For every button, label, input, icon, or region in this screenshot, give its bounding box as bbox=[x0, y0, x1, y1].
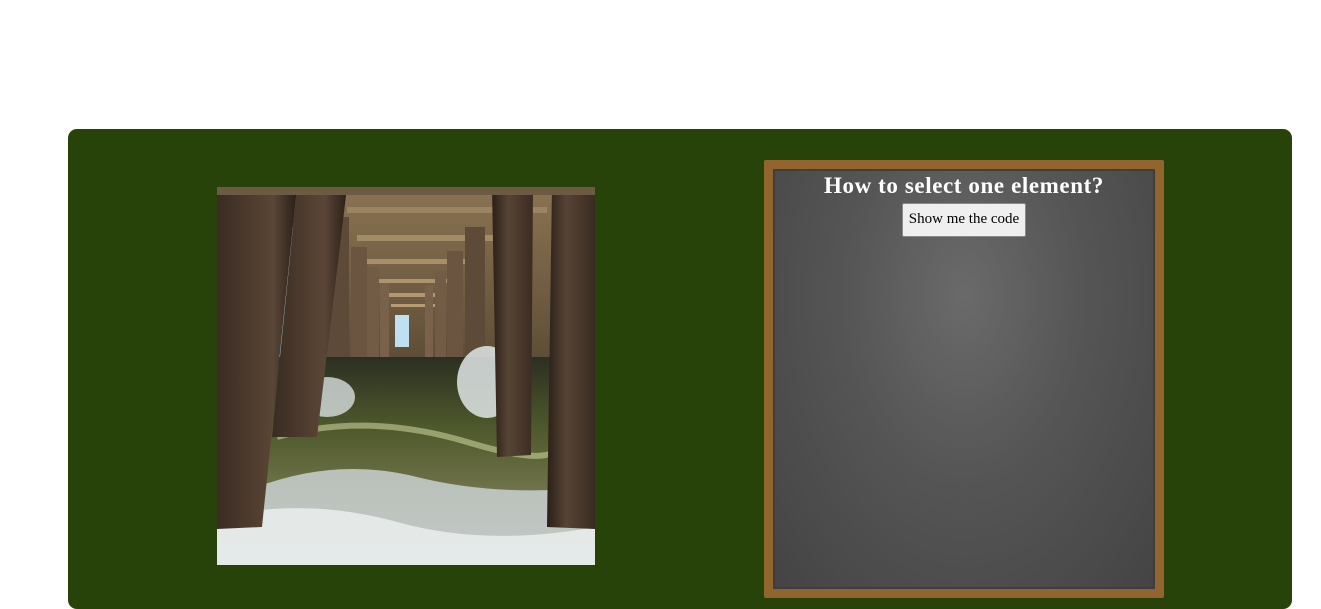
pier-photo bbox=[217, 187, 595, 565]
chalkboard-title: How to select one element? bbox=[823, 173, 1104, 198]
show-code-button[interactable]: Show me the code bbox=[901, 203, 1027, 237]
pier-photo-image bbox=[217, 187, 595, 565]
chalkboard-surface: How to select one element? Show me the c… bbox=[773, 169, 1155, 589]
stage-panel: How to select one element? Show me the c… bbox=[68, 129, 1292, 609]
chalkboard-frame: How to select one element? Show me the c… bbox=[764, 160, 1164, 598]
